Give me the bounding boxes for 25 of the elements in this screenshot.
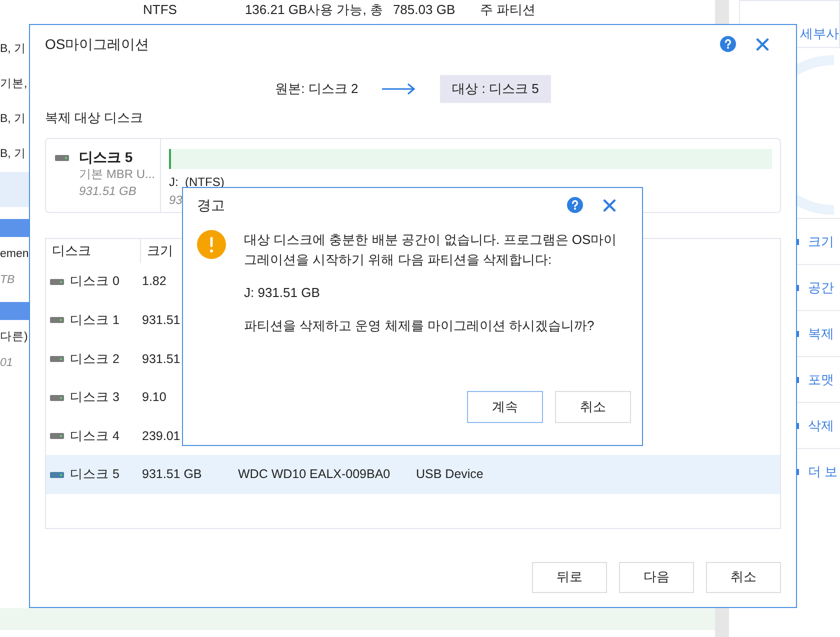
confirm-question: 파티션을 삭제하고 운영 체제를 마이그레이션 하시겠습니까? — [244, 317, 596, 335]
filesystem-text: NTFS — [143, 1, 177, 20]
partition-info-text: B, 기 — [0, 146, 26, 162]
partition-type-text: 주 파티션 — [480, 1, 536, 20]
partition-info-text: B, 기 — [0, 42, 26, 57]
disk-name: 디스크 5 — [79, 148, 134, 166]
total-size-text: 785.03 GB — [392, 1, 456, 20]
partition-info-text: 다른) — [0, 330, 28, 345]
partition-label: J: (NTFS) — [169, 174, 224, 190]
dialog-title: OS마이그레이션 — [45, 34, 150, 54]
partition-info-text: emen — [0, 246, 29, 262]
warning-message: 대상 디스크에 충분한 배분 공간이 없습니다. 프로그램은 OS마이그레이션을 시작하기 위해 다음 파티션을 삭제합니다: — [244, 231, 618, 269]
target-disk-chip: 대상 : 디스크 5 — [440, 75, 551, 103]
source-disk-text: 원본: 디스크 2 — [275, 80, 358, 98]
disk-type: 기본 MBR U... — [79, 166, 156, 182]
free-space-text: 136.21 GB사용 가능, 총 — [244, 1, 383, 20]
partition-size-text: TB — [0, 273, 15, 288]
partition-text: J: 931.51 GB — [244, 284, 321, 302]
partition-info-text: B, 기 — [0, 112, 26, 127]
warning-title: 경고 — [197, 196, 225, 214]
disk-size: 931.51 GB — [79, 182, 138, 200]
partition-size: 93 — [169, 192, 182, 208]
partition-size-text: 01 — [0, 356, 13, 372]
partition-info-text: 기본, — [0, 76, 28, 92]
section-label: 복제 대상 디스크 — [45, 109, 144, 127]
